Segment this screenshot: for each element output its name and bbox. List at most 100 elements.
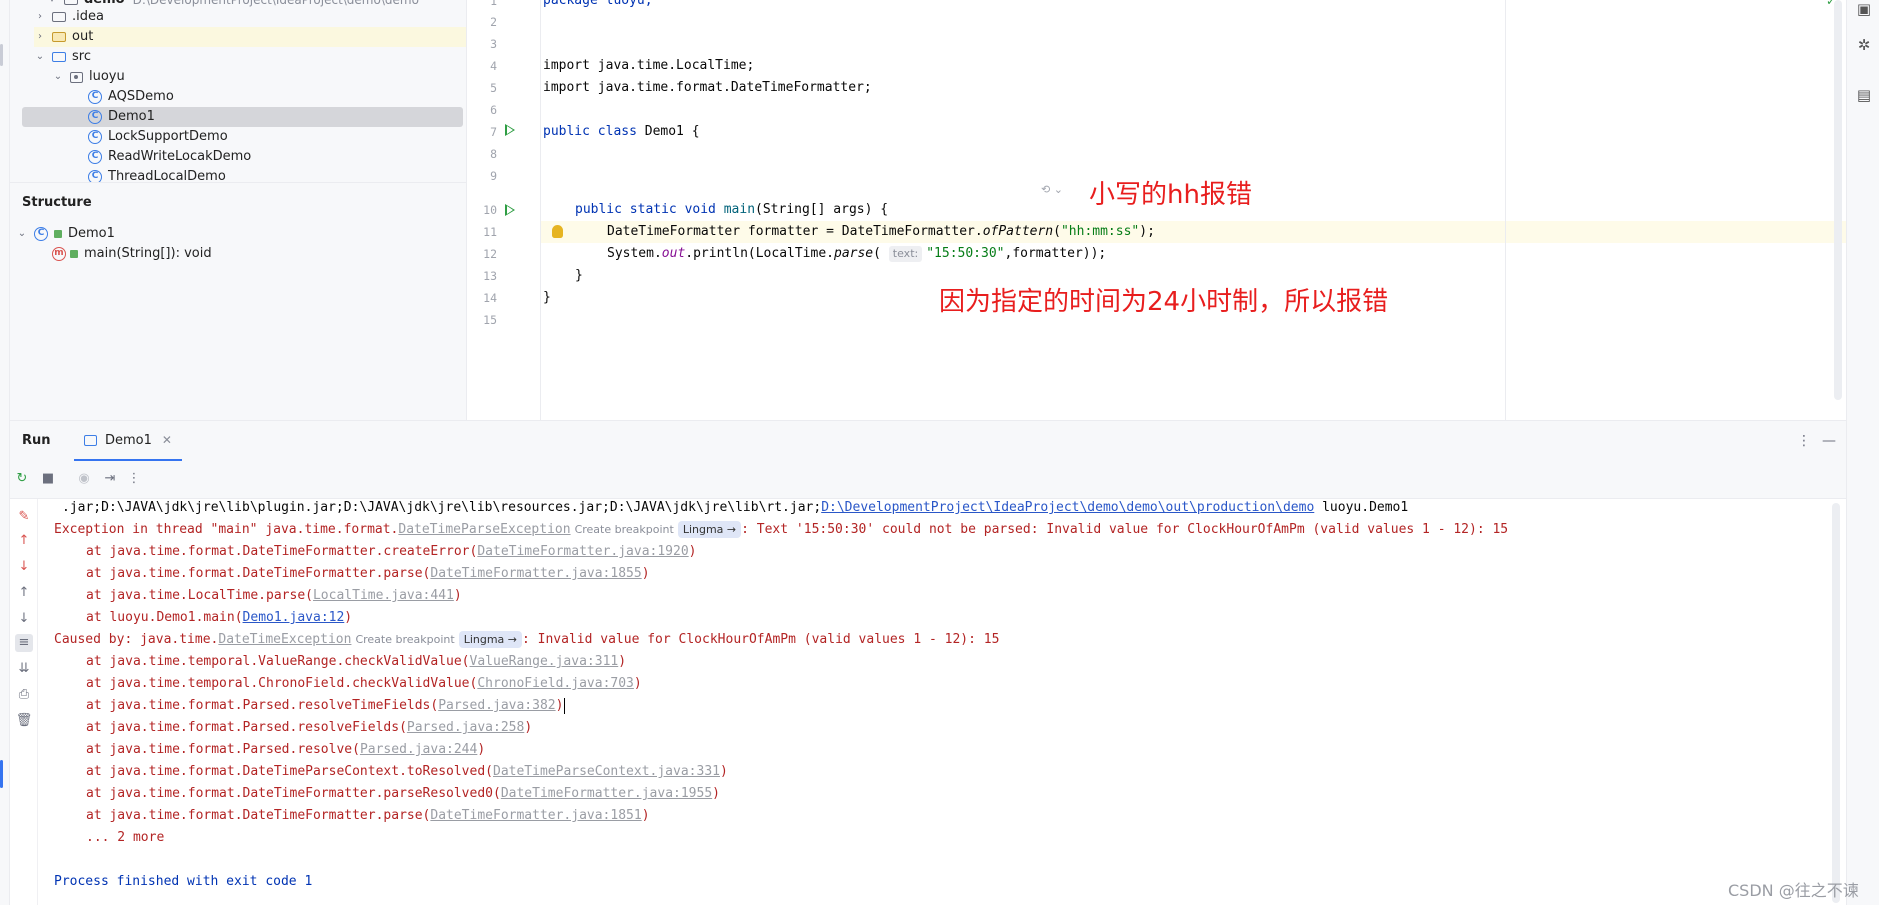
line-number: 11 <box>483 225 497 239</box>
frame-link[interactable]: DateTimeParseContext.java:331 <box>493 764 720 779</box>
frame-link[interactable]: ValueRange.java:311 <box>470 654 619 669</box>
stack-frame: at java.time.format.DateTimeFormatter.cr… <box>86 541 697 563</box>
run-class-icon[interactable] <box>505 124 515 136</box>
create-breakpoint-link[interactable]: Create breakpoint <box>355 633 454 646</box>
console-output[interactable]: .jar;D:\JAVA\jdk\jre\lib\plugin.jar;D:\J… <box>54 499 1834 905</box>
left-tool-strip <box>0 0 10 905</box>
stack-frame: at java.time.format.DateTimeFormatter.pa… <box>86 783 720 805</box>
frame-link[interactable]: LocalTime.java:441 <box>313 588 454 603</box>
console-scrollbar[interactable] <box>1832 503 1840 903</box>
run-main-icon[interactable] <box>505 204 515 216</box>
code-token: Demo1 { <box>644 124 700 139</box>
output-path-link[interactable]: D:\DevelopmentProject\IdeaProject\demo\d… <box>821 500 1314 515</box>
console-side-tools: ✎ ↑ ↓ ↑ ↓ ≡ ⇊ ⎙ 🗑 <box>10 499 38 905</box>
up-stack-icon[interactable]: ↑ <box>15 532 33 550</box>
down-stack-icon[interactable]: ↓ <box>15 558 33 576</box>
code-token: "hh:mm:ss" <box>1060 224 1140 239</box>
line-number: 14 <box>483 291 497 305</box>
frame-link[interactable]: Parsed.java:382 <box>438 698 555 713</box>
clear-all-icon[interactable]: 🗑 <box>15 712 33 730</box>
tree-item-aqsdemo[interactable]: C AQSDemo <box>88 87 174 107</box>
chevron-right-icon[interactable]: › <box>34 7 46 27</box>
close-icon[interactable]: ✕ <box>162 433 172 447</box>
line-number: 9 <box>490 169 497 183</box>
code-token: public class <box>543 124 645 139</box>
source-folder-icon <box>52 52 66 62</box>
line-number: 2 <box>490 15 497 29</box>
tree-item-luoyu[interactable]: ⌄ luoyu <box>52 67 125 87</box>
intention-bulb-icon[interactable] <box>552 225 563 238</box>
code-token: package luoyu; <box>543 0 653 8</box>
tree-item-locksupportdemo[interactable]: C LockSupportDemo <box>88 127 228 147</box>
code-line-11: DateTimeFormatter formatter = DateTimeFo… <box>607 221 1155 243</box>
frame-text: at java.time.format.DateTimeFormatter.pa… <box>86 566 431 581</box>
rerun-icon[interactable]: ↻ <box>14 471 30 487</box>
ai-hint-icon[interactable]: ⟲ ⌄ <box>1041 183 1063 196</box>
chevron-right-icon[interactable]: › <box>34 27 46 47</box>
caused-class-link[interactable]: DateTimeException <box>218 632 351 647</box>
frame-link[interactable]: Parsed.java:244 <box>360 742 477 757</box>
stack-frame: at java.time.format.Parsed.resolveFields… <box>86 717 532 739</box>
structure-class-item[interactable]: ⌄ C Demo1 <box>16 224 115 244</box>
run-panel: Run Demo1 ✕ ⋮ — ↻ ■ ◉ ⇥ ⋮ ✎ ↑ ↓ ↑ ↓ ≡ ⇊ … <box>10 420 1846 905</box>
lingma-button[interactable]: Lingma → <box>458 631 522 648</box>
edit-config-icon[interactable]: ✎ <box>15 508 33 526</box>
tab-label: Demo1 <box>105 432 152 448</box>
tab-demo1[interactable]: Demo1 ✕ <box>74 421 182 461</box>
class-icon: C <box>88 170 102 182</box>
class-icon: C <box>88 90 102 104</box>
ex-message: : Text '15:50:30' could not be parsed: I… <box>741 522 1509 537</box>
tree-item-readwritelocakdemo[interactable]: C ReadWriteLocakDemo <box>88 147 251 167</box>
more-options-icon[interactable]: ⋮ <box>1797 433 1811 449</box>
text-caret <box>564 697 566 714</box>
annotation-lowercase-hh: 小写的hh报错 <box>1089 180 1252 210</box>
line-number: 12 <box>483 247 497 261</box>
lingma-button[interactable]: Lingma → <box>677 521 742 538</box>
frame-link[interactable]: DateTimeFormatter.java:1851 <box>430 808 641 823</box>
more-icon[interactable]: ⋮ <box>126 471 142 487</box>
create-breakpoint-link[interactable]: Create breakpoint <box>575 523 674 536</box>
print-icon[interactable]: ⎙ <box>15 686 33 704</box>
minimize-icon[interactable]: — <box>1822 433 1836 449</box>
screenshot-icon[interactable]: ◉ <box>76 471 92 487</box>
scroll-to-end-icon[interactable]: ⇊ <box>15 660 33 678</box>
exception-class-link[interactable]: DateTimeParseException <box>398 522 570 537</box>
next-occurrence-icon[interactable]: ↓ <box>15 610 33 628</box>
frame-link[interactable]: DateTimeFormatter.java:1920 <box>477 544 688 559</box>
tree-item-demo1[interactable]: C Demo1 <box>22 107 463 127</box>
tree-item-idea[interactable]: › .idea <box>34 7 464 27</box>
chevron-down-icon[interactable]: ⌄ <box>34 47 46 67</box>
frame-link[interactable]: DateTimeFormatter.java:1855 <box>430 566 641 581</box>
code-token: import java.time.LocalTime; <box>543 58 755 73</box>
frame-link[interactable]: Demo1.java:12 <box>243 610 345 625</box>
frame-link[interactable]: ChronoField.java:703 <box>477 676 634 691</box>
previous-occurrence-icon[interactable]: ↑ <box>15 584 33 602</box>
frame-link[interactable]: Parsed.java:258 <box>407 720 524 735</box>
chevron-down-icon[interactable]: ⌄ <box>16 224 28 244</box>
more-frames: ... 2 more <box>86 830 165 845</box>
ai-assistant-icon[interactable]: ▤ <box>1855 86 1873 104</box>
soft-wrap-icon[interactable]: ≡ <box>15 634 33 652</box>
tree-item-label: .idea <box>72 9 104 24</box>
frame-close: ) <box>453 588 462 603</box>
tree-item-label: AQSDemo <box>108 89 174 104</box>
exception-line: Exception in thread "main" java.time.for… <box>54 519 1508 541</box>
code-editor[interactable]: 1 2 3 4 5 6 7 8 9 10 11 12 13 14 15 pack… <box>466 0 1847 420</box>
structure-method-item[interactable]: m main(String[]): void <box>52 244 212 264</box>
stop-icon[interactable]: ■ <box>40 471 56 487</box>
lingma-icon[interactable]: ✲ <box>1855 36 1873 54</box>
frame-close: ) <box>344 610 353 625</box>
frame-close: ) <box>477 742 486 757</box>
editor-scrollbar[interactable] <box>1834 0 1842 400</box>
chevron-down-icon[interactable]: ⌄ <box>52 67 64 87</box>
tree-item-out[interactable]: › out <box>34 27 466 47</box>
frame-text: at java.time.format.DateTimeParseContext… <box>86 764 493 779</box>
frame-link[interactable]: DateTimeFormatter.java:1955 <box>501 786 712 801</box>
tree-item-src[interactable]: ⌄ src <box>34 47 91 67</box>
code-line-14: } <box>543 287 551 309</box>
notifications-icon[interactable]: ▣ <box>1855 0 1873 18</box>
caused-by-line: Caused by: java.time.DateTimeException Cr… <box>54 629 999 651</box>
code-line-12: System.out.println(LocalTime.parse( text… <box>607 243 1106 265</box>
restore-layout-icon[interactable]: ⇥ <box>102 471 118 487</box>
tree-item-threadlocaldemo[interactable]: C ThreadLocalDemo <box>88 167 226 182</box>
